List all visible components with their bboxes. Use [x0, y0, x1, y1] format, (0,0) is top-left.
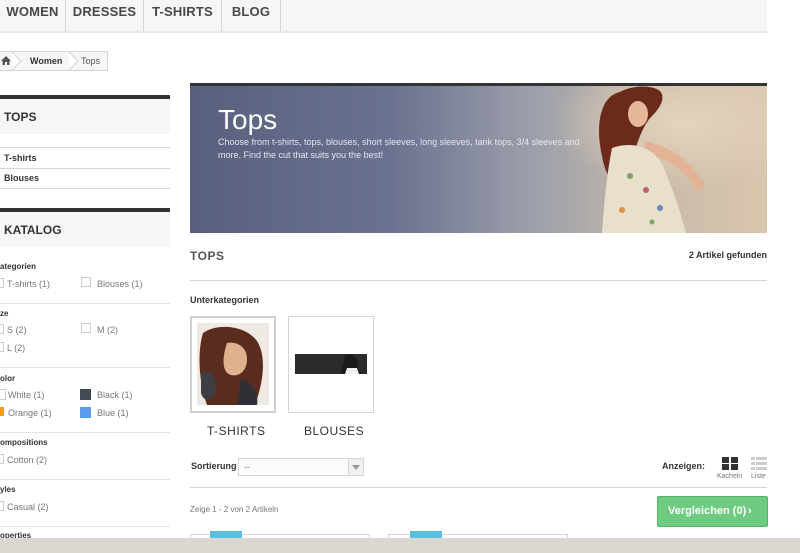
sort-label: Sortierung: [191, 461, 237, 471]
filter-option[interactable]: S (2): [7, 325, 27, 335]
grid-view-label[interactable]: Kacheln: [717, 473, 742, 480]
color-swatch-white[interactable]: [0, 389, 6, 400]
breadcrumb-separator-icon: [12, 52, 22, 70]
subcategory-tshirts-image[interactable]: [190, 316, 276, 413]
nav-dresses[interactable]: DRESSES: [66, 0, 144, 31]
sidebar-item-label: Blouses: [4, 173, 40, 183]
color-swatch-orange[interactable]: [0, 407, 4, 416]
subcategory-blouses-link[interactable]: BLOUSES: [304, 424, 364, 438]
filter-checkbox[interactable]: [81, 277, 91, 287]
filter-checkbox[interactable]: [81, 323, 91, 333]
filter-title-compositions: ompositions: [0, 438, 48, 447]
compare-button-label: Vergleichen (0): [668, 505, 747, 517]
catalog-block-heading: KATALOG: [4, 223, 62, 237]
filter-option[interactable]: White (1): [8, 390, 45, 400]
catalog-block-title: KATALOG: [0, 208, 170, 247]
filter-option[interactable]: Casual (2): [7, 502, 49, 512]
home-icon: [1, 56, 11, 65]
filter-option[interactable]: Black (1): [97, 390, 133, 400]
categories-block-heading: TOPS: [4, 110, 37, 124]
view-label: Anzeigen:: [662, 461, 706, 471]
compare-button[interactable]: Vergleichen (0) ›: [657, 496, 768, 527]
list-view-icon[interactable]: [751, 457, 767, 470]
filter-checkbox[interactable]: [0, 501, 4, 511]
sidebar-item-blouses[interactable]: Blouses: [0, 168, 170, 189]
filter-title-categories: ategorien: [0, 262, 37, 271]
color-swatch-black[interactable]: [80, 389, 91, 400]
page-gutter: [767, 0, 800, 553]
filter-option[interactable]: Cotton (2): [7, 455, 47, 465]
blouses-thumbnail: [295, 354, 367, 374]
categories-block-title: TOPS: [0, 95, 170, 134]
sidebar-item-tshirts[interactable]: T-shirts: [0, 147, 170, 169]
subcategory-tshirts-link[interactable]: T-SHIRTS: [207, 424, 265, 438]
filter-checkbox[interactable]: [0, 324, 4, 334]
color-swatch-blue[interactable]: [80, 407, 91, 418]
window-bottom-bar: [0, 538, 800, 553]
nav-tshirts[interactable]: T-SHIRTS: [144, 0, 222, 31]
grid-view-icon[interactable]: [722, 457, 738, 470]
divider: [0, 367, 170, 368]
subcategories-heading: Unterkategorien: [190, 295, 260, 305]
filter-option[interactable]: Orange (1): [8, 408, 52, 418]
divider: [0, 303, 170, 304]
top-menu: WOMEN DRESSES T-SHIRTS BLOG: [0, 0, 767, 33]
product-badge: [210, 531, 242, 538]
sidebar-item-label: T-shirts: [4, 153, 37, 163]
nav-women[interactable]: WOMEN: [0, 0, 66, 31]
list-view-label[interactable]: Liste: [751, 473, 766, 480]
chevron-down-icon[interactable]: [348, 459, 363, 475]
sort-value: --: [244, 462, 250, 472]
pagination-summary: Zeige 1 - 2 von 2 Artikeln: [190, 505, 279, 514]
subcategory-blouses-image[interactable]: [288, 316, 374, 413]
filter-checkbox[interactable]: [0, 342, 4, 352]
sort-select[interactable]: --: [238, 458, 364, 476]
banner-title: Tops: [218, 104, 278, 135]
filter-option[interactable]: Blue (1): [97, 408, 129, 418]
breadcrumb: Women Tops: [0, 51, 108, 71]
divider: [0, 432, 170, 433]
filter-option[interactable]: Blouses (1): [97, 279, 143, 289]
breadcrumb-women[interactable]: Women: [30, 56, 62, 66]
filter-option[interactable]: M (2): [97, 325, 118, 335]
breadcrumb-current: Tops: [81, 56, 101, 66]
divider: [0, 526, 170, 527]
filter-checkbox[interactable]: [0, 278, 4, 288]
filter-title-size: ze: [0, 309, 9, 318]
filter-title-color: olor: [0, 374, 16, 383]
banner-description: Choose from t-shirts, tops, blouses, sho…: [218, 137, 580, 160]
category-banner: Tops Choose from t-shirts, tops, blouses…: [190, 83, 767, 233]
nav-blog[interactable]: BLOG: [222, 0, 281, 31]
breadcrumb-separator-icon: [69, 52, 79, 70]
product-count: 2 Artikel gefunden: [688, 250, 767, 260]
filter-title-styles: yles: [0, 485, 16, 494]
divider: [190, 487, 767, 488]
divider: [0, 479, 170, 480]
chevron-right-icon: ›: [748, 505, 752, 517]
filter-option[interactable]: T-shirts (1): [7, 279, 50, 289]
product-badge: [410, 531, 442, 538]
tshirts-thumbnail: [197, 323, 269, 405]
filter-checkbox[interactable]: [0, 454, 4, 464]
page-title: TOPS: [190, 249, 225, 263]
filter-option[interactable]: L (2): [7, 343, 25, 353]
divider: [190, 280, 767, 281]
